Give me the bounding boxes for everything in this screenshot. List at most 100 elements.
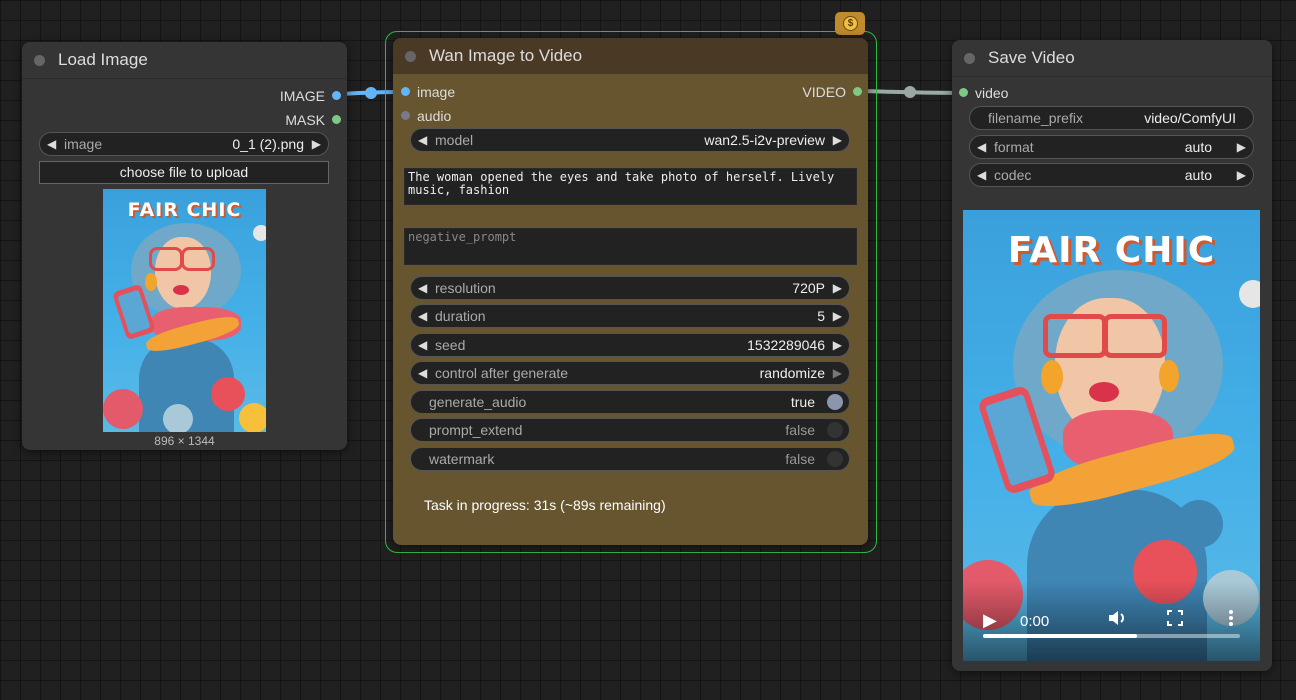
- save-video-node[interactable]: Save Video video filename_prefix video/C…: [952, 40, 1272, 671]
- collapse-dot-icon[interactable]: [34, 55, 45, 66]
- watermark-toggle[interactable]: watermark false: [410, 447, 850, 471]
- input-audio-socket[interactable]: [401, 111, 410, 120]
- format-label: format: [994, 139, 1034, 155]
- fullscreen-icon[interactable]: [1166, 609, 1184, 631]
- combo-next-arrow-icon[interactable]: ▶: [833, 277, 842, 299]
- poster-glasses-left: [149, 247, 183, 271]
- collapse-dot-icon[interactable]: [964, 53, 975, 64]
- poster-ball: [239, 403, 266, 432]
- poster-glasses-left: [1043, 314, 1107, 358]
- output-mask-socket[interactable]: [332, 115, 341, 124]
- poster-earring: [1159, 360, 1179, 392]
- collapse-dot-icon[interactable]: [405, 51, 416, 62]
- combo-prev-arrow-icon[interactable]: ◀: [977, 164, 986, 186]
- prompt-textarea[interactable]: The woman opened the eyes and take photo…: [404, 168, 857, 205]
- decrement-arrow-icon[interactable]: ◀: [418, 305, 427, 327]
- wan-title-bar[interactable]: Wan Image to Video: [393, 38, 868, 74]
- image-link-midpoint: [365, 87, 377, 99]
- resolution-combo[interactable]: ◀ resolution 720P ▶: [410, 276, 850, 300]
- prompt-extend-value: false: [785, 422, 815, 438]
- combo-next-arrow-icon[interactable]: ▶: [1237, 164, 1246, 186]
- load-image-title: Load Image: [58, 50, 148, 69]
- api-cost-badge[interactable]: $: [835, 12, 865, 35]
- output-video-label: VIDEO: [802, 84, 846, 100]
- duration-label: duration: [435, 308, 486, 324]
- combo-prev-arrow-icon[interactable]: ◀: [418, 129, 427, 151]
- duration-number[interactable]: ◀ duration 5 ▶: [410, 304, 850, 328]
- combo-next-arrow-icon[interactable]: ▶: [833, 362, 842, 384]
- combo-next-arrow-icon[interactable]: ▶: [1237, 136, 1246, 158]
- filename-prefix-field[interactable]: filename_prefix video/ComfyUI: [969, 106, 1254, 130]
- watermark-value: false: [785, 451, 815, 467]
- generate-audio-label: generate_audio: [429, 394, 527, 410]
- seed-number[interactable]: ◀ seed 1532289046 ▶: [410, 333, 850, 357]
- increment-arrow-icon[interactable]: ▶: [833, 305, 842, 327]
- poster-lips: [173, 285, 189, 295]
- toggle-on-icon[interactable]: [827, 394, 843, 410]
- toggle-off-icon[interactable]: [827, 422, 843, 438]
- control-after-generate-value: randomize: [759, 365, 825, 381]
- seed-label: seed: [435, 337, 466, 353]
- codec-value: auto: [1184, 167, 1212, 183]
- volume-icon[interactable]: [1106, 607, 1128, 633]
- video-progress-bar[interactable]: [983, 634, 1240, 638]
- poster-earring: [145, 273, 157, 291]
- control-after-generate-combo[interactable]: ◀ control after generate randomize ▶: [410, 361, 850, 385]
- poster-ball: [1175, 500, 1223, 548]
- load-image-title-bar[interactable]: Load Image: [22, 42, 347, 79]
- combo-next-arrow-icon[interactable]: ▶: [312, 133, 321, 155]
- resolution-value: 720P: [792, 280, 825, 296]
- poster-earring: [1041, 360, 1063, 394]
- duration-value: 5: [817, 308, 825, 324]
- output-image-socket[interactable]: [332, 91, 341, 100]
- video-progress-fill: [983, 634, 1138, 638]
- play-icon[interactable]: ▶: [983, 610, 997, 631]
- input-video-socket[interactable]: [959, 88, 968, 97]
- input-video-label: video: [975, 85, 1009, 101]
- increment-arrow-icon[interactable]: ▶: [833, 334, 842, 356]
- image-preview: FAIR CHIC: [103, 189, 266, 432]
- toggle-off-icon[interactable]: [827, 451, 843, 467]
- format-combo[interactable]: ◀ format auto ▶: [969, 135, 1254, 159]
- image-file-combo[interactable]: ◀ image 0_1 (2).png ▶: [39, 132, 329, 156]
- video-preview[interactable]: FAIR CHIC ▶ 0:00: [963, 210, 1260, 661]
- decrement-arrow-icon[interactable]: ◀: [418, 334, 427, 356]
- video-controls: ▶ 0:00: [963, 581, 1260, 661]
- combo-next-arrow-icon[interactable]: ▶: [833, 129, 842, 151]
- resolution-label: resolution: [435, 280, 496, 296]
- poster-ball: [211, 377, 245, 411]
- output-video-socket[interactable]: [853, 87, 862, 96]
- video-link-midpoint: [904, 86, 916, 98]
- save-video-title-bar[interactable]: Save Video: [952, 40, 1272, 77]
- poster-lips: [1089, 382, 1119, 402]
- wan-image-to-video-node[interactable]: Wan Image to Video image audio VIDEO ◀ m…: [393, 38, 868, 545]
- upload-button[interactable]: choose file to upload: [39, 161, 329, 184]
- image-combo-value: 0_1 (2).png: [232, 136, 304, 152]
- negative-prompt-textarea[interactable]: negative_prompt: [404, 228, 857, 265]
- combo-prev-arrow-icon[interactable]: ◀: [977, 136, 986, 158]
- image-combo-label: image: [64, 136, 103, 152]
- model-label: model: [435, 132, 474, 148]
- input-image-socket[interactable]: [401, 87, 410, 96]
- codec-label: codec: [994, 167, 1032, 183]
- poster-title: FAIR CHIC: [1007, 230, 1216, 271]
- generate-audio-value: true: [790, 394, 815, 410]
- generate-audio-toggle[interactable]: generate_audio true: [410, 390, 850, 414]
- model-value: wan2.5-i2v-preview: [704, 132, 825, 148]
- combo-prev-arrow-icon[interactable]: ◀: [47, 133, 56, 155]
- combo-prev-arrow-icon[interactable]: ◀: [418, 362, 427, 384]
- poster-ball: [163, 404, 193, 432]
- video-time: 0:00: [1020, 613, 1050, 630]
- load-image-node[interactable]: Load Image IMAGE MASK ◀ image 0_1 (2).pn…: [22, 42, 347, 450]
- more-options-icon[interactable]: [1228, 609, 1234, 631]
- poster-glasses-right: [181, 247, 215, 271]
- codec-combo[interactable]: ◀ codec auto ▶: [969, 163, 1254, 187]
- prompt-extend-label: prompt_extend: [429, 422, 523, 438]
- model-combo[interactable]: ◀ model wan2.5-i2v-preview ▶: [410, 128, 850, 152]
- output-image-label: IMAGE: [279, 88, 325, 104]
- combo-prev-arrow-icon[interactable]: ◀: [418, 277, 427, 299]
- watermark-label: watermark: [429, 451, 495, 467]
- poster-ball: [253, 225, 266, 241]
- prompt-extend-toggle[interactable]: prompt_extend false: [410, 418, 850, 442]
- save-video-title: Save Video: [988, 48, 1075, 67]
